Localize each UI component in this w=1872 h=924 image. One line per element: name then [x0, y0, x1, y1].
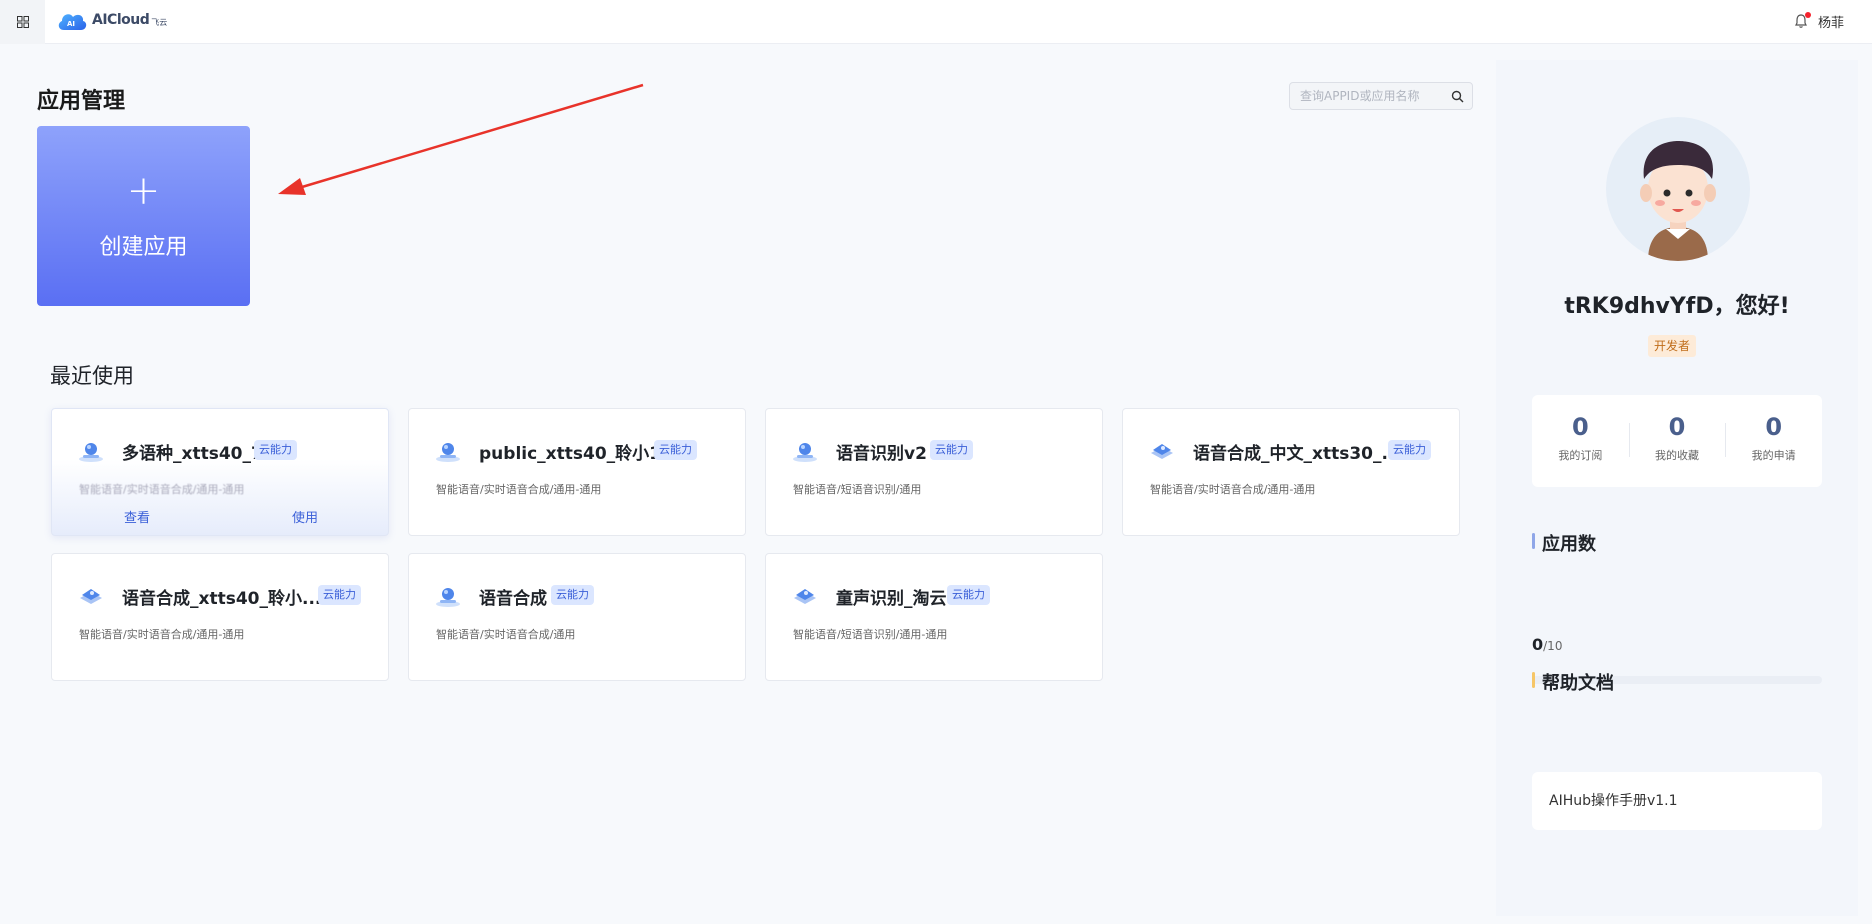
speech-icon: [436, 588, 460, 607]
role-badge: 开发者: [1648, 335, 1697, 357]
app-name: 语音合成: [479, 589, 547, 609]
app-card[interactable]: 语音合成_中文_xtts30_... 云能力 智能语音/实时语音合成/通用-通用: [1122, 408, 1460, 536]
app-count-used: 0: [1532, 635, 1544, 654]
recent-section-title: 最近使用: [50, 364, 134, 388]
stat-value: 0: [1571, 413, 1589, 441]
stat-label: 我的订阅: [1558, 449, 1603, 462]
layer-icon: [1151, 444, 1173, 459]
app-name: 语音合成_xtts40_聆小...: [122, 589, 322, 609]
app-description: 智能语音/短语音识别/通用-通用: [793, 628, 948, 641]
stat-subscriptions[interactable]: 0 我的订阅: [1532, 395, 1629, 487]
layer-icon: [80, 589, 102, 604]
cloud-ability-badge: 云能力: [318, 585, 361, 605]
speech-icon: [436, 443, 460, 462]
app-card[interactable]: 语音合成_xtts40_聆小... 云能力 智能语音/实时语音合成/通用-通用: [51, 553, 389, 681]
stat-value: 0: [1668, 413, 1686, 441]
app-card[interactable]: 语音合成 云能力 智能语音/实时语音合成/通用: [408, 553, 746, 681]
app-name: 语音合成_中文_xtts30_...: [1193, 444, 1401, 464]
app-card[interactable]: public_xtts40_聆小18 云能力 智能语音/实时语音合成/通用-通用: [408, 408, 746, 536]
logo-subtext: 飞云: [151, 17, 168, 27]
logo-text: AICloud: [92, 12, 150, 28]
profile-sidebar: tRK9dhvYfD，您好! 开发者 0 我的订阅 0 我的收藏 0 我的申请 …: [1496, 60, 1858, 916]
use-button[interactable]: 使用: [292, 507, 318, 526]
view-button[interactable]: 查看: [124, 507, 150, 526]
layer-icon: [794, 589, 816, 604]
page-title: 应用管理: [37, 89, 126, 114]
stat-label: 我的收藏: [1655, 449, 1699, 462]
card-actions: 查看 使用: [52, 507, 388, 529]
cloud-logo-icon: AI: [58, 14, 87, 30]
help-docs-heading: 帮助文档: [1532, 669, 1614, 695]
app-name: 多语种_xtts40_7: [122, 444, 263, 464]
create-app-label: 创建应用: [99, 235, 188, 260]
app-count: 0/10: [1532, 635, 1562, 654]
search-box: [1289, 82, 1473, 110]
speech-icon: [79, 443, 103, 462]
stats-panel: 0 我的订阅 0 我的收藏 0 我的申请: [1532, 395, 1822, 487]
stat-label: 我的申请: [1751, 449, 1796, 462]
app-card[interactable]: 童声识别_淘云 云能力 智能语音/短语音识别/通用-通用: [765, 553, 1103, 681]
help-doc-link[interactable]: AIHub操作手册v1.1: [1532, 772, 1822, 830]
notification-dot: [1805, 12, 1811, 18]
search-icon[interactable]: [1451, 90, 1464, 103]
app-description: 智能语音/短语音识别/通用: [793, 483, 922, 496]
app-description: 智能语音/实时语音合成/通用-通用: [79, 483, 245, 496]
stat-applications[interactable]: 0 我的申请: [1725, 395, 1822, 487]
stat-value: 0: [1765, 413, 1783, 441]
app-name: 语音识别v2: [836, 444, 927, 464]
app-description: 智能语音/实时语音合成/通用-通用: [436, 483, 602, 496]
greeting: tRK9dhvYfD，您好!: [1564, 294, 1790, 319]
app-count-heading: 应用数: [1532, 530, 1596, 556]
cloud-ability-badge: 云能力: [947, 585, 990, 605]
annotation-arrow: [278, 83, 644, 195]
stat-favorites[interactable]: 0 我的收藏: [1628, 395, 1726, 487]
cloud-ability-badge: 云能力: [930, 440, 973, 460]
plus-icon: +: [126, 168, 161, 214]
cloud-ability-badge: 云能力: [1388, 440, 1431, 460]
app-grid-button[interactable]: [0, 0, 45, 44]
app-description: 智能语音/实时语音合成/通用-通用: [79, 628, 245, 641]
cloud-ability-badge: 云能力: [254, 440, 297, 460]
top-bar: AI AICloud 飞云 杨菲: [0, 0, 1872, 44]
speech-icon: [793, 443, 817, 462]
app-name: public_xtts40_聆小18: [479, 444, 673, 464]
search-input[interactable]: [1290, 83, 1440, 109]
svg-text:AI: AI: [67, 20, 75, 28]
avatar-boy-icon: [1640, 141, 1716, 261]
app-card[interactable]: 语音识别v2 云能力 智能语音/短语音识别/通用: [765, 408, 1103, 536]
app-description: 智能语音/实时语音合成/通用: [436, 628, 576, 641]
app-name: 童声识别_淘云: [836, 589, 947, 609]
cloud-ability-badge: 云能力: [551, 585, 594, 605]
grid-icon: [16, 16, 29, 28]
logo[interactable]: AI AICloud 飞云: [56, 9, 167, 31]
app-description: 智能语音/实时语音合成/通用-通用: [1150, 483, 1316, 496]
avatar[interactable]: [1606, 117, 1750, 261]
create-app-button[interactable]: + 创建应用: [37, 126, 250, 306]
username[interactable]: 杨菲: [1818, 12, 1844, 31]
app-card[interactable]: 多语种_xtts40_7 云能力 智能语音/实时语音合成/通用-通用 查看 使用: [51, 408, 389, 536]
cloud-ability-badge: 云能力: [654, 440, 697, 460]
app-count-total: /10: [1543, 639, 1563, 653]
